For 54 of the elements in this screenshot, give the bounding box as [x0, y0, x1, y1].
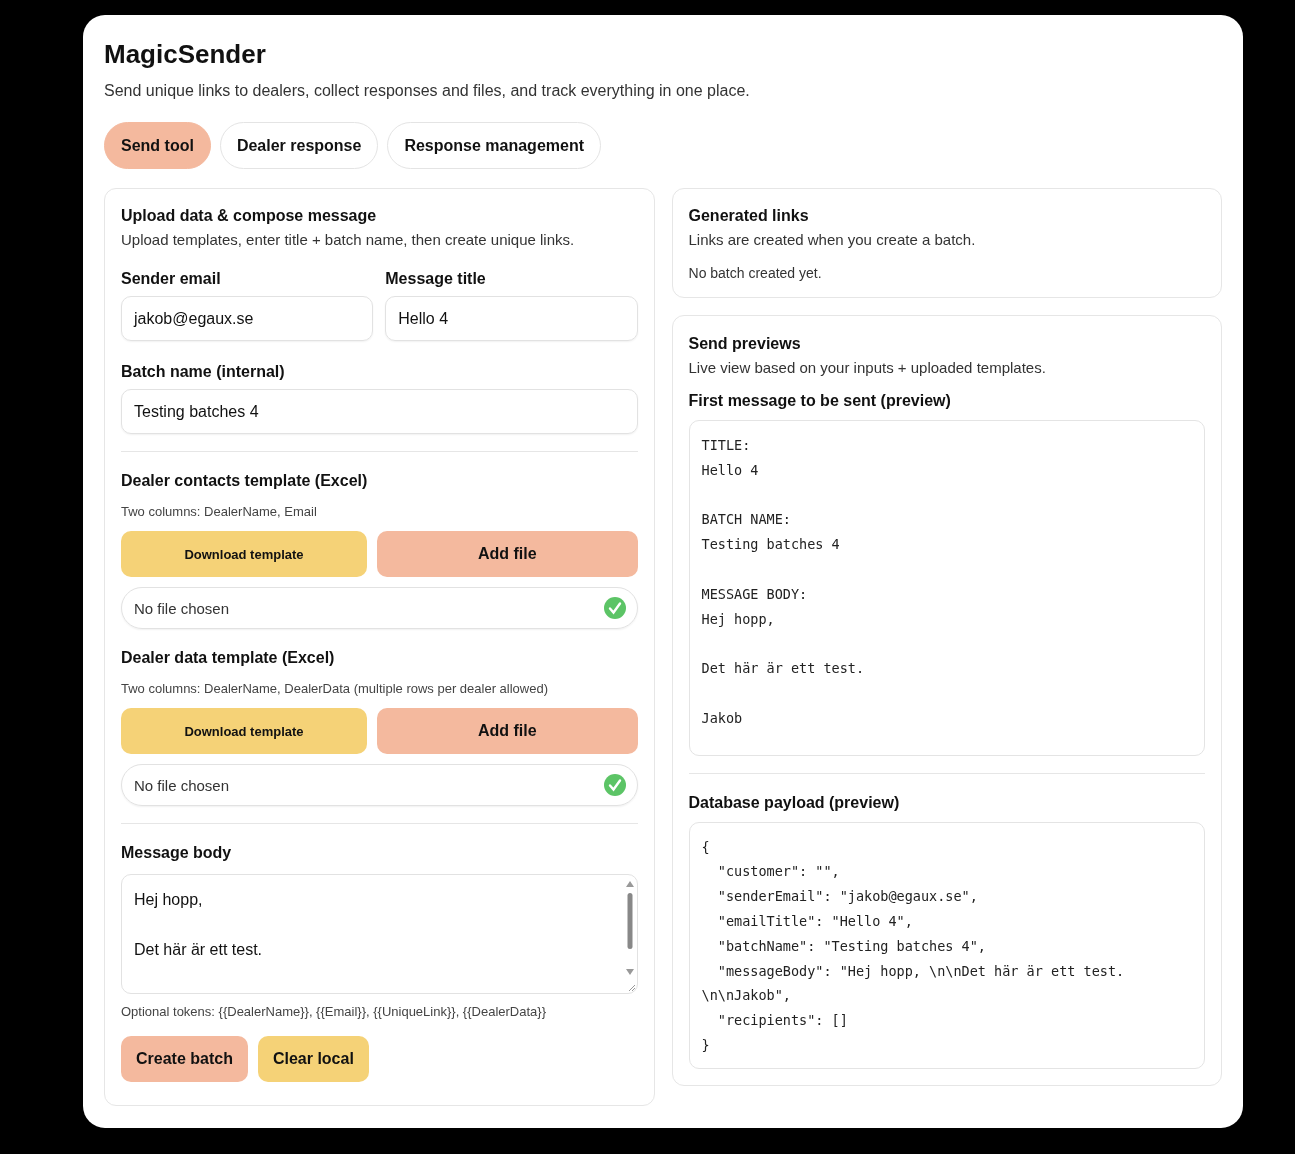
sender-email-field[interactable]: jakob@egaux.se: [121, 296, 374, 341]
action-button[interactable]: Create batch: [121, 1036, 248, 1082]
tab[interactable]: Dealer response: [219, 122, 379, 169]
check-icon: [603, 774, 626, 796]
check-icon: [603, 597, 626, 619]
preview-line: Testing batches 4: [701, 535, 841, 555]
preview-line: Hej hopp,: [701, 609, 776, 629]
tokens-hint: Optional tokens: {{DealerName}}, {{Email}}, {{UniqueLink}}, {{DealerData}}: [121, 1004, 547, 1019]
add-file-button[interactable]: Add file: [377, 531, 638, 577]
payload-line: "recipients": []: [716, 1011, 849, 1031]
section-title: First message to be sent (preview): [688, 392, 952, 410]
preview-line: Hello 4: [701, 460, 760, 480]
section-hint: Two columns: DealerName, DealerData (multiple rows per dealer allowed): [121, 681, 549, 696]
preview-line: TITLE:: [701, 436, 752, 455]
preview-line: MESSAGE BODY:: [701, 584, 809, 604]
section-title: Dealer data template (Excel): [121, 649, 336, 667]
field-label: Message title: [385, 270, 487, 288]
preview-line: Det här är ett test.: [701, 659, 866, 679]
section-title: Database payload (preview): [688, 793, 901, 812]
preview-line: BATCH NAME:: [701, 510, 792, 530]
file-status: No file chosen: [134, 776, 230, 794]
message-body-field[interactable]: Hej hopp, Det här är ett test.: [121, 874, 638, 994]
payload-line: }: [701, 1035, 711, 1055]
empty-message: No batch created yet.: [688, 265, 823, 281]
field-label: Message body: [121, 844, 233, 862]
payload-line: \n\nJakob",: [701, 986, 792, 1006]
panel-subtitle: Links are created when you create a batch.: [688, 231, 977, 248]
payload-line: {: [701, 837, 711, 857]
batch-name-field[interactable]: Testing batches 4: [121, 389, 638, 434]
payload-line: "customer": "",: [716, 862, 841, 882]
file-status: No file chosen: [134, 599, 230, 617]
field-label: Sender email: [121, 270, 222, 288]
panel-title: Generated links: [688, 207, 810, 225]
payload-line: "emailTitle": "Hello 4",: [716, 911, 914, 931]
section-title: Dealer contacts template (Excel): [121, 472, 369, 490]
payload-line: "messageBody": "Hej hopp, \n\nDet här är ett test.: [716, 961, 1126, 981]
download-template-button[interactable]: Download template: [121, 531, 367, 577]
panel-subtitle: Upload templates, enter title + batch name, then create unique links.: [121, 231, 576, 248]
section-hint: Two columns: DealerName, Email: [121, 504, 318, 519]
payload-line: "batchName": "Testing batches 4",: [716, 936, 987, 956]
panel-title: Send previews: [688, 335, 802, 353]
panel-subtitle: Live view based on your inputs + uploaded templates.: [688, 359, 1047, 376]
message-title-field[interactable]: Hello 4: [385, 296, 638, 341]
app-title: MagicSender: [104, 39, 267, 70]
tab[interactable]: Send tool: [104, 122, 211, 169]
preview-line: Jakob: [701, 708, 744, 728]
tab[interactable]: Response management: [387, 122, 601, 169]
payload-line: "senderEmail": "jakob@egaux.se",: [716, 887, 979, 907]
download-template-button[interactable]: Download template: [121, 708, 367, 754]
panel-title: Upload data & compose message: [121, 207, 378, 225]
add-file-button[interactable]: Add file: [377, 708, 638, 754]
field-label: Batch name (internal): [121, 363, 286, 381]
action-button[interactable]: Clear local: [257, 1036, 369, 1082]
app-subtitle: Send unique links to dealers, collect responses and files, and track everything in one place.: [104, 82, 751, 100]
